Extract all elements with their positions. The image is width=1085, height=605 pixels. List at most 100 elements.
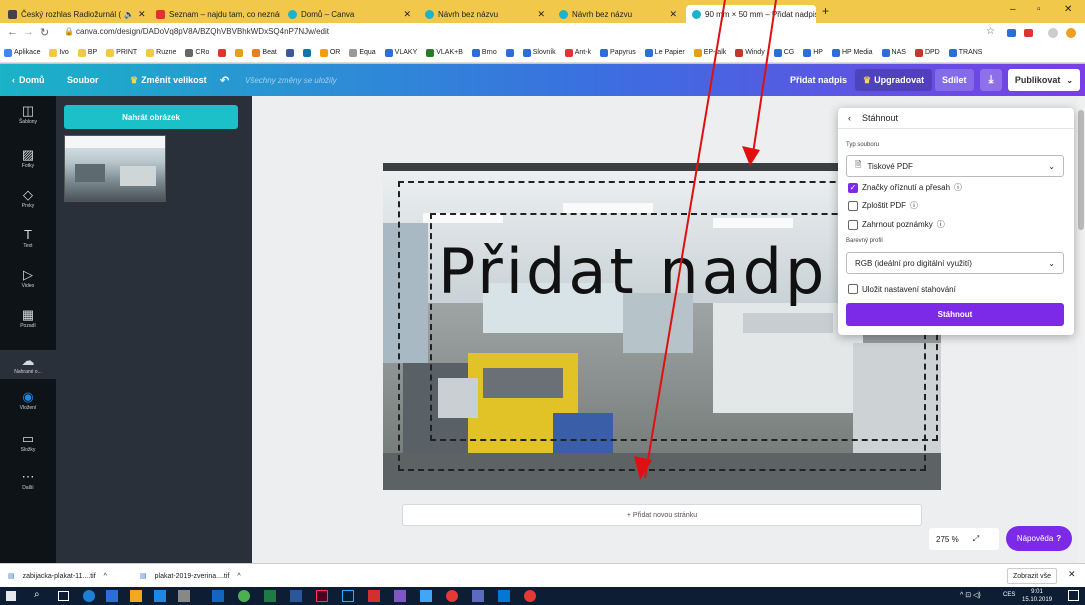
taskbar-app-icon[interactable] [106,590,118,602]
bookmark-item[interactable]: BP [77,48,97,57]
share-button[interactable]: Sdílet [935,69,974,91]
expand-icon[interactable]: ⤢ [973,534,979,544]
star-icon[interactable]: ☆ [986,26,995,37]
update-icon[interactable] [1066,28,1076,38]
forward-icon[interactable]: → [23,26,34,38]
design-headline[interactable]: Přidat nadp [438,235,827,308]
undo-icon[interactable]: ↶ [220,64,229,96]
reload-icon[interactable]: ↻ [40,26,49,39]
taskbar-app-icon[interactable] [154,590,166,602]
bookmark-item[interactable]: CG [773,48,794,57]
include-notes-checkbox[interactable]: Zahrnout poznámky ⓘ [848,219,945,230]
scrollbar-thumb[interactable] [1078,110,1084,230]
rail-item-more[interactable]: ⋯ Další [0,470,56,492]
bookmark-item[interactable]: Papyrus [600,48,636,57]
tab-design-1[interactable]: Návrh bez názvu ✕ [419,5,551,23]
bookmark-item[interactable]: VLAKY [384,48,417,57]
bookmark-apps[interactable]: Aplikace [4,48,40,57]
taskbar-app-icon[interactable] [420,590,432,602]
new-tab-icon[interactable]: + [822,4,829,18]
rail-item-elements[interactable]: ◇ Prvky [0,188,56,210]
add-title-button[interactable]: Přidat nadpis [790,64,847,96]
input-language[interactable]: CES [1003,592,1015,598]
photoshop-icon[interactable] [342,590,354,602]
bookmark-item[interactable] [235,48,244,57]
taskbar-app-icon[interactable] [394,590,406,602]
acrobat-icon[interactable] [368,590,380,602]
download-icon[interactable]: ⤓ [980,69,1002,91]
home-button[interactable]: ‹ Domů [12,64,45,96]
download-button[interactable]: Stáhnout [846,303,1064,326]
bookmark-item[interactable]: EP-talk [693,48,726,57]
rail-item-video[interactable]: ▷ Video [0,268,56,290]
windows-start-icon[interactable] [6,591,16,601]
info-icon[interactable]: ⓘ [937,219,945,230]
help-button[interactable]: Nápověda? [1006,526,1072,551]
bookmark-item[interactable]: NAS [881,48,906,57]
bookmark-item[interactable]: Brno [471,48,497,57]
color-profile-select[interactable]: RGB (ideální pro digitální využití) ⌄ [846,252,1064,274]
minimize-icon[interactable]: – [1010,4,1016,15]
back-icon[interactable]: ← [7,26,18,38]
download-item[interactable]: ▤ zabijacka-plakat-11....tif ^ [8,568,107,584]
bookmark-item[interactable]: HP Media [831,48,873,57]
tab-canva-home[interactable]: Domů – Canva ✕ [282,5,417,23]
close-tab-icon[interactable]: ✕ [533,9,545,20]
save-settings-checkbox[interactable]: Uložit nastavení stahování [848,284,956,294]
bookmark-item[interactable]: Le Papier [644,48,685,57]
bookmark-item[interactable]: Windy [735,48,765,57]
rail-item-upload[interactable]: ☁ Nahrané o... [0,350,56,379]
upload-image-button[interactable]: Nahrát obrázek [64,105,238,129]
bookmark-item[interactable] [218,48,227,57]
close-shelf-icon[interactable]: ✕ [1068,569,1076,580]
bookmark-item[interactable]: DPD [914,48,940,57]
flatten-pdf-checkbox[interactable]: Zploštit PDF ⓘ [848,200,918,211]
clock[interactable]: 9:01 15.10.2019 [1022,588,1052,604]
rail-item-embed[interactable]: ◉ Vložení [0,390,56,412]
crop-marks-checkbox[interactable]: ✓ Značky oříznutí a přesah ⓘ [848,182,962,193]
excel-icon[interactable] [264,590,276,602]
window-close-icon[interactable]: ✕ [1064,4,1072,15]
bookmark-item[interactable]: Ruzne [146,48,176,57]
bookmark-item[interactable]: VLAK+B [426,48,463,57]
close-tab-icon[interactable]: ✕ [134,9,146,20]
tab-design-2[interactable]: Návrh bez názvu ✕ [553,5,683,23]
add-page-button[interactable]: + Přidat novou stránku [402,504,922,526]
bookmark-item[interactable]: CRo [185,48,209,57]
tray-icons[interactable]: ^ ⊡ ◁) [960,591,981,599]
bookmark-item[interactable]: OR [319,48,340,57]
url-field[interactable]: canva.com/design/DADoVq8pV8A/BZQhVBVBhkW… [76,27,329,36]
show-all-button[interactable]: Zobrazit vše [1007,568,1057,584]
bookmark-item[interactable]: Equa [349,48,376,57]
extension-icon[interactable] [1024,29,1033,37]
file-menu[interactable]: Soubor [67,64,99,96]
chrome-icon[interactable] [238,590,250,602]
upgrade-button[interactable]: ♛ Upgradovat [855,69,933,91]
word-icon[interactable] [290,590,302,602]
rail-item-folder[interactable]: ▭ Složky [0,432,56,454]
bookmark-item[interactable]: PRINT [106,48,137,57]
taskbar-app-icon[interactable] [472,590,484,602]
calculator-icon[interactable] [178,590,190,602]
task-view-icon[interactable] [58,591,69,601]
edge-icon[interactable] [83,590,95,602]
bookmark-item[interactable]: HP [803,48,823,57]
info-icon[interactable]: ⓘ [954,182,962,193]
zoom-control[interactable]: 275 % ⤢ [929,528,999,550]
tab-seznam[interactable]: Seznam – najdu tam, co neznám ✕ [150,5,280,23]
bookmark-item[interactable]: Beat [252,48,277,57]
chrome-icon[interactable] [524,590,536,602]
tab-radiozurnal[interactable]: Český rozhlas Radiožurnál ( 🔈 ✕ [2,5,148,23]
chevron-up-icon[interactable]: ^ [104,573,107,580]
bookmark-item[interactable] [302,48,311,57]
bookmark-item[interactable] [285,48,294,57]
indesign-icon[interactable] [316,590,328,602]
tab-active-design[interactable]: 90 mm × 50 mm – Přidat nadpis ✕ [686,5,816,23]
search-icon[interactable]: ⌕ [34,589,40,600]
back-icon[interactable]: ‹ [848,113,851,123]
download-item[interactable]: ▤ plakat-2019-zverina....tif ^ [140,568,241,584]
extension-icon[interactable] [1007,29,1016,37]
close-tab-icon[interactable]: ✕ [665,9,677,20]
chevron-up-icon[interactable]: ^ [237,573,240,580]
rail-item-photo[interactable]: ▨ Fotky [0,148,56,170]
